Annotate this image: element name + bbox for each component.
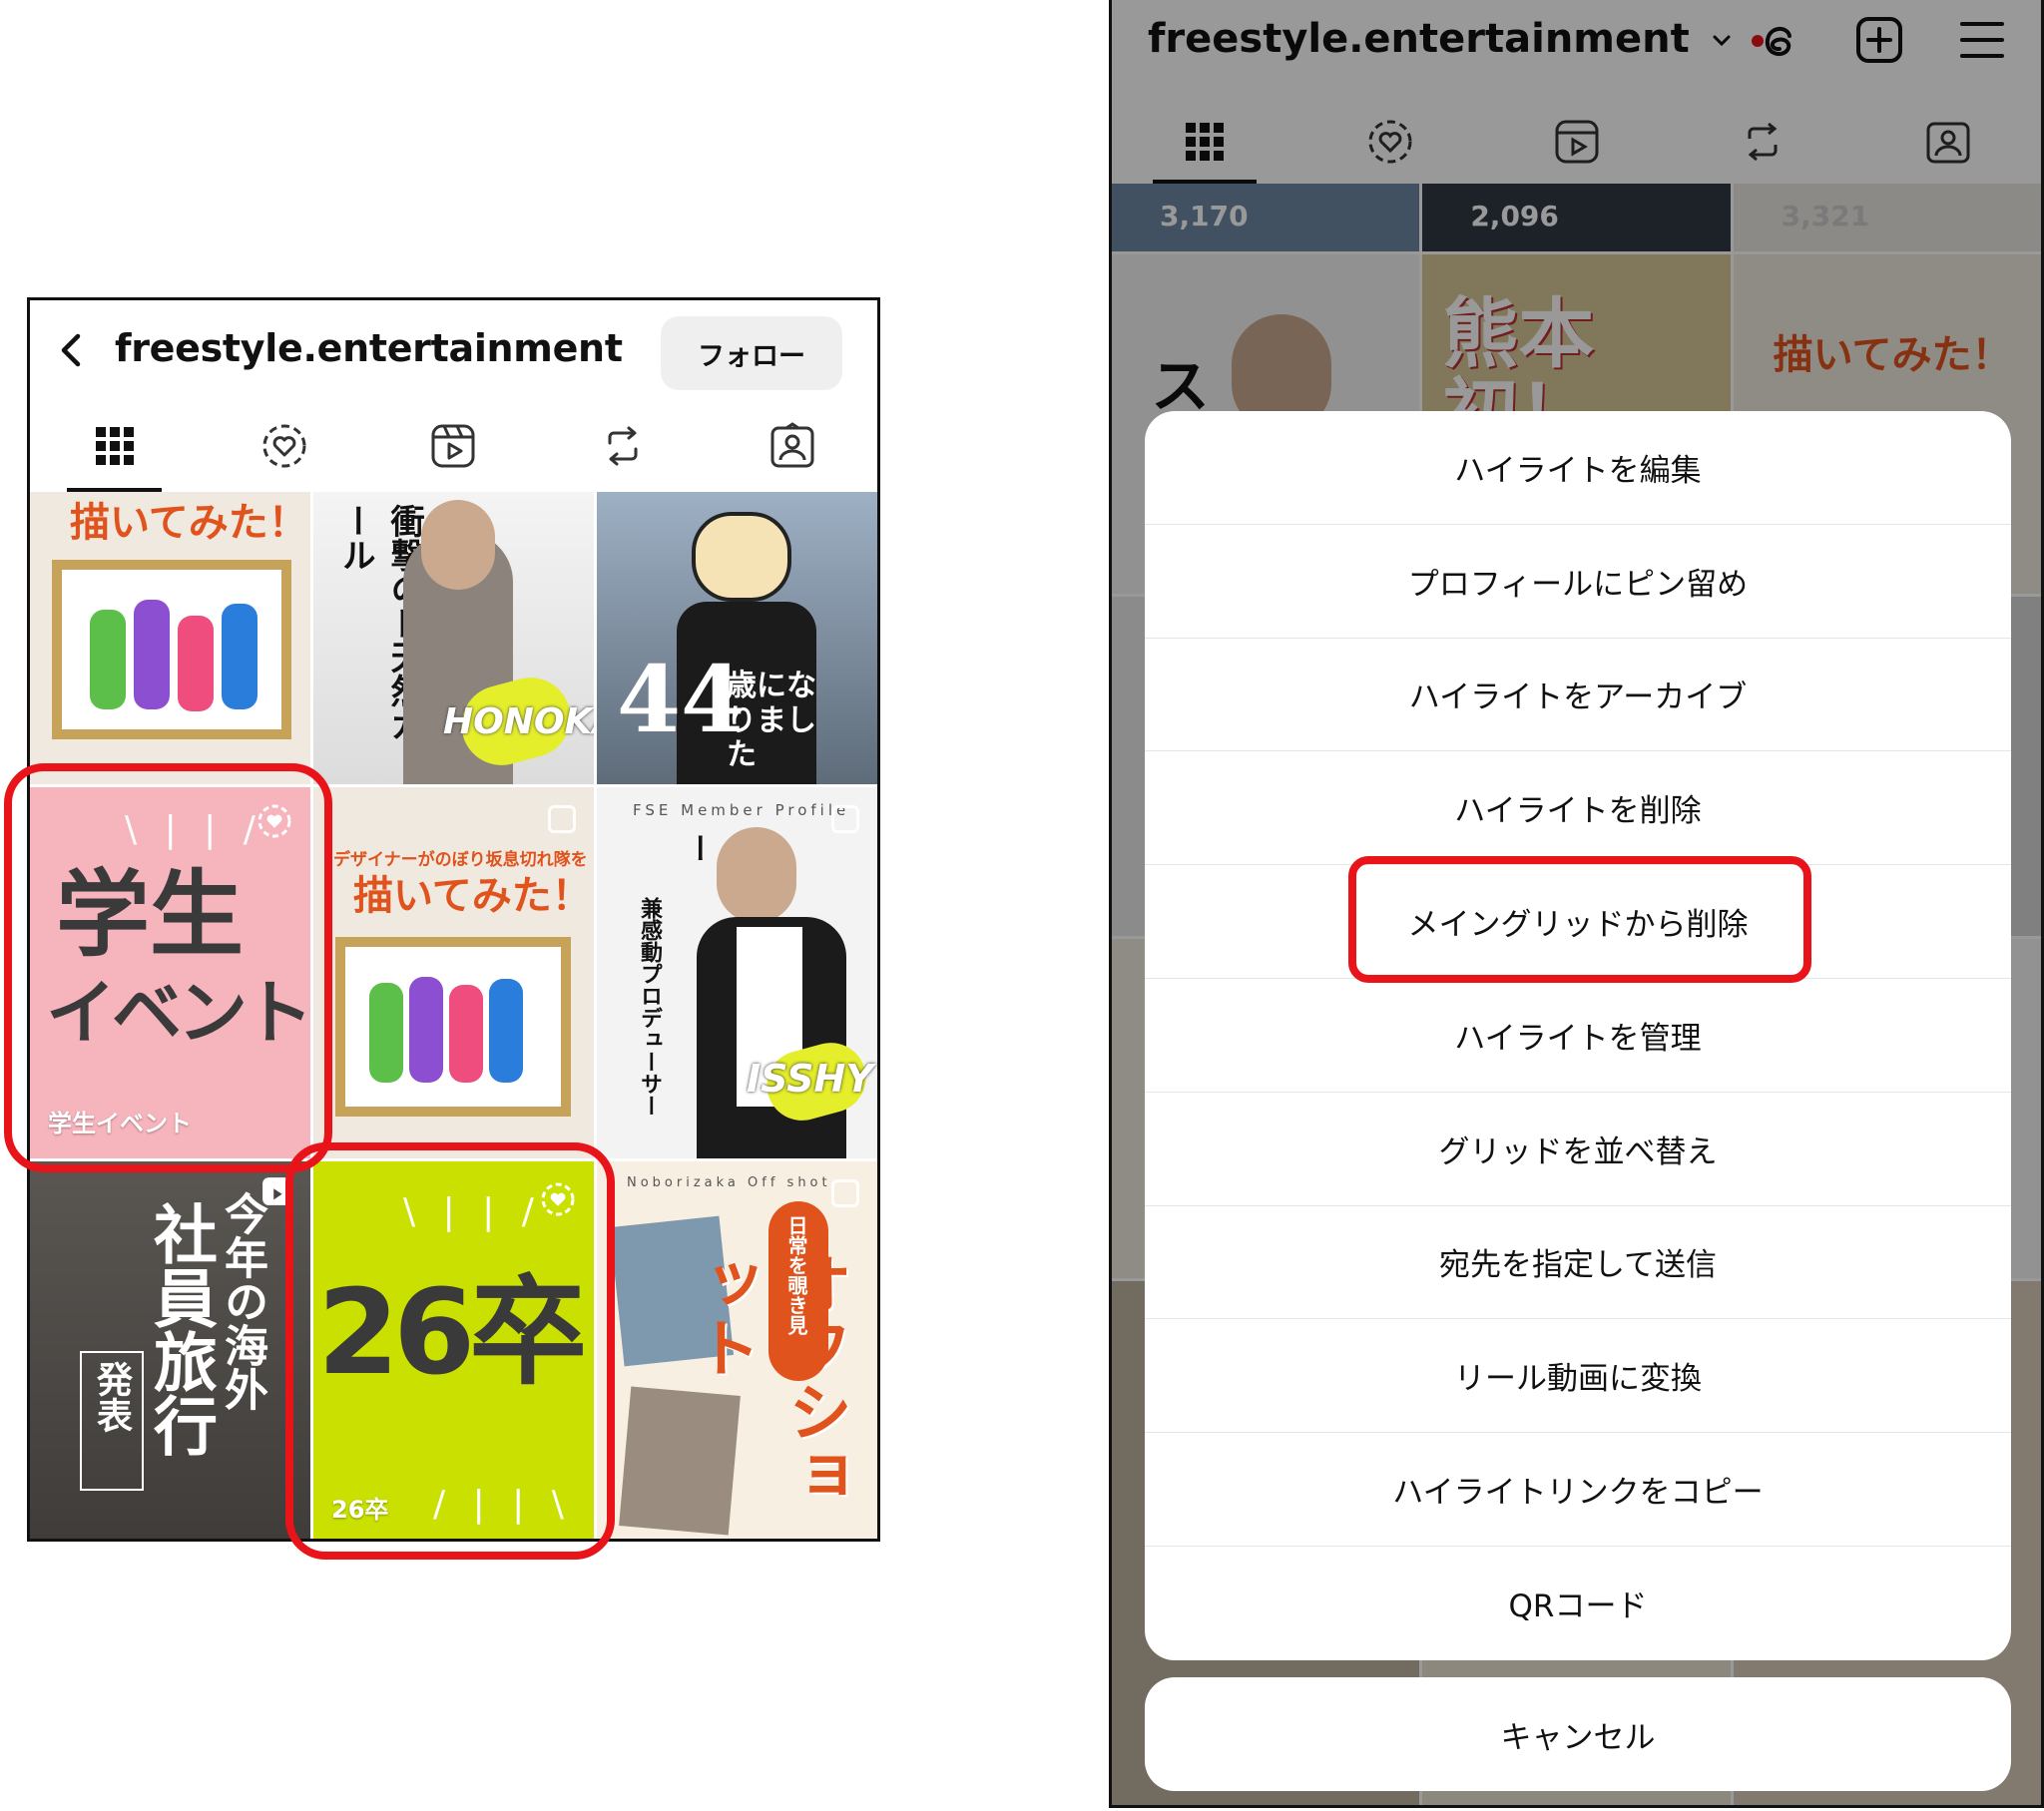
tile-subtitle: 社員旅行: [143, 1201, 218, 1457]
tile-big-number: 44: [617, 646, 746, 753]
grid-tile[interactable]: FSE Member Profile デザインチームリーダー 兼感動プロデューサ…: [597, 787, 877, 1158]
menu-item-copy-highlight-link[interactable]: ハイライトリンクをコピー: [1145, 1433, 2011, 1547]
tile-name-tag: HONOKA: [443, 701, 594, 742]
grid-tile[interactable]: Noborizaka Off shot オフショット 日常を覗き見: [597, 1161, 877, 1539]
tile-frame-image: [52, 560, 291, 739]
multi-post-icon: [831, 805, 859, 833]
tile-subtitle: デザイナーがのぼり坂息切れ隊を: [333, 850, 588, 870]
follow-button[interactable]: フォロー: [661, 316, 842, 390]
annotation-highlight-box: [285, 1142, 615, 1560]
reels-icon: [431, 424, 475, 468]
annotation-highlight-box: [4, 763, 332, 1172]
tile-name-tag: ISSHY: [747, 1057, 873, 1101]
menu-item-archive-highlight[interactable]: ハイライトをアーカイブ: [1145, 639, 2011, 752]
grid-tile[interactable]: 44 歳になりました: [597, 492, 877, 784]
right-screenshot: freestyle.entertainment 3,170 2,096 3,32…: [1109, 0, 2044, 1808]
tab-highlights[interactable]: [200, 400, 369, 492]
grid-tile[interactable]: デザイナーがのぼり坂息切れ隊を 描いてみた！: [313, 787, 594, 1158]
multi-post-icon: [831, 1179, 859, 1207]
cancel-button[interactable]: キャンセル: [1145, 1677, 2011, 1791]
grid-tile[interactable]: 描いてみた！: [30, 492, 310, 784]
tile-caption: FSE Member Profile: [633, 801, 850, 819]
tab-reposts[interactable]: [538, 400, 708, 492]
menu-item-edit-highlight[interactable]: ハイライトを編集: [1145, 411, 2011, 525]
multi-post-icon: [548, 805, 576, 833]
grid-icon: [95, 427, 134, 465]
profile-header: freestyle.entertainment フォロー: [30, 300, 877, 400]
menu-item-delete-highlight[interactable]: ハイライトを削除: [1145, 751, 2011, 866]
tile-title: 歳になりました: [727, 669, 816, 772]
menu-item-manage-highlight[interactable]: ハイライトを管理: [1145, 979, 2011, 1093]
annotation-highlight-box: [1348, 856, 1811, 983]
repost-icon: [608, 426, 638, 466]
back-chevron-icon[interactable]: [52, 330, 92, 370]
grid-tile[interactable]: 衝撃のド天然ガール HONOKA: [313, 492, 594, 784]
tile-title: 描いてみた！: [353, 873, 592, 919]
highlight-heart-icon: [262, 424, 306, 468]
tab-reels[interactable]: [369, 400, 539, 492]
action-sheet: ハイライトを編集 プロフィールにピン留め ハイライトをアーカイブ ハイライトを削…: [1145, 411, 2011, 1660]
tile-bubble: 日常を覗き見: [768, 1201, 828, 1381]
tile-subtitle: 兼感動プロデューサー: [637, 897, 662, 1117]
tab-grid[interactable]: [30, 400, 200, 492]
account-name: freestyle.entertainment: [115, 326, 623, 370]
tagged-icon: [770, 422, 814, 468]
tile-frame-image: [335, 937, 571, 1117]
menu-item-reorder-grid[interactable]: グリッドを並べ替え: [1145, 1093, 2011, 1206]
menu-item-send-to[interactable]: 宛先を指定して送信: [1145, 1206, 2011, 1320]
tab-tagged[interactable]: [708, 400, 877, 492]
tile-title: 描いてみた！: [70, 500, 308, 546]
grid-tile[interactable]: 今年の海外 社員旅行 発表: [30, 1161, 310, 1539]
menu-item-convert-to-reel[interactable]: リール動画に変換: [1145, 1319, 2011, 1434]
tile-tag: 発表: [80, 1351, 144, 1491]
menu-item-pin-to-profile[interactable]: プロフィールにピン留め: [1145, 525, 2011, 639]
tile-caption: Noborizaka Off shot: [627, 1175, 831, 1190]
menu-item-qr-code[interactable]: QRコード: [1145, 1547, 2011, 1660]
profile-tab-bar: [30, 400, 877, 492]
